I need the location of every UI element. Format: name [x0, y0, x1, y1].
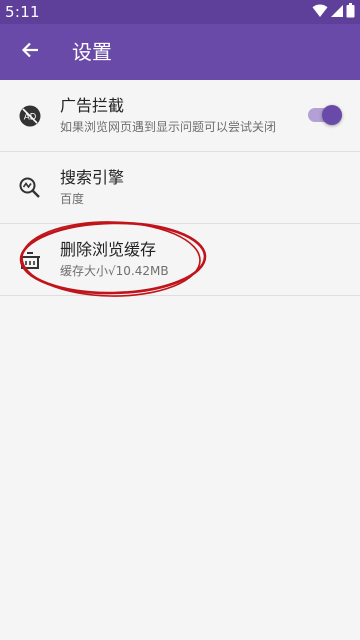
ad-block-toggle[interactable]	[308, 105, 342, 125]
setting-subtitle: 缓存大小√10.42MB	[60, 264, 169, 278]
search-engine-icon	[18, 176, 42, 200]
setting-ad-block[interactable]: AD 广告拦截 如果浏览网页遇到显示问题可以尝试关闭	[0, 80, 360, 152]
setting-subtitle: 如果浏览网页遇到显示问题可以尝试关闭	[60, 120, 277, 134]
back-button[interactable]	[10, 32, 50, 72]
app-bar: 设置	[0, 24, 360, 80]
clear-cache-icon	[18, 248, 42, 272]
status-icons	[312, 2, 355, 22]
setting-search-engine[interactable]: 搜索引擎 百度	[0, 152, 360, 224]
battery-icon	[346, 2, 355, 22]
setting-clear-cache[interactable]: 删除浏览缓存 缓存大小√10.42MB	[0, 224, 360, 296]
settings-list: AD 广告拦截 如果浏览网页遇到显示问题可以尝试关闭 搜索引擎 百度	[0, 80, 360, 296]
setting-subtitle: 百度	[60, 192, 85, 206]
signal-icon	[330, 3, 344, 22]
toggle-thumb	[322, 105, 342, 125]
arrow-left-icon	[21, 41, 39, 63]
ad-block-icon: AD	[18, 104, 42, 128]
wifi-icon	[312, 3, 328, 22]
setting-title: 广告拦截	[60, 96, 125, 115]
status-bar: 5:11	[0, 0, 360, 24]
page-title: 设置	[72, 40, 112, 64]
status-time: 5:11	[5, 3, 40, 21]
setting-title: 搜索引擎	[60, 168, 125, 187]
setting-title: 删除浏览缓存	[60, 240, 157, 259]
